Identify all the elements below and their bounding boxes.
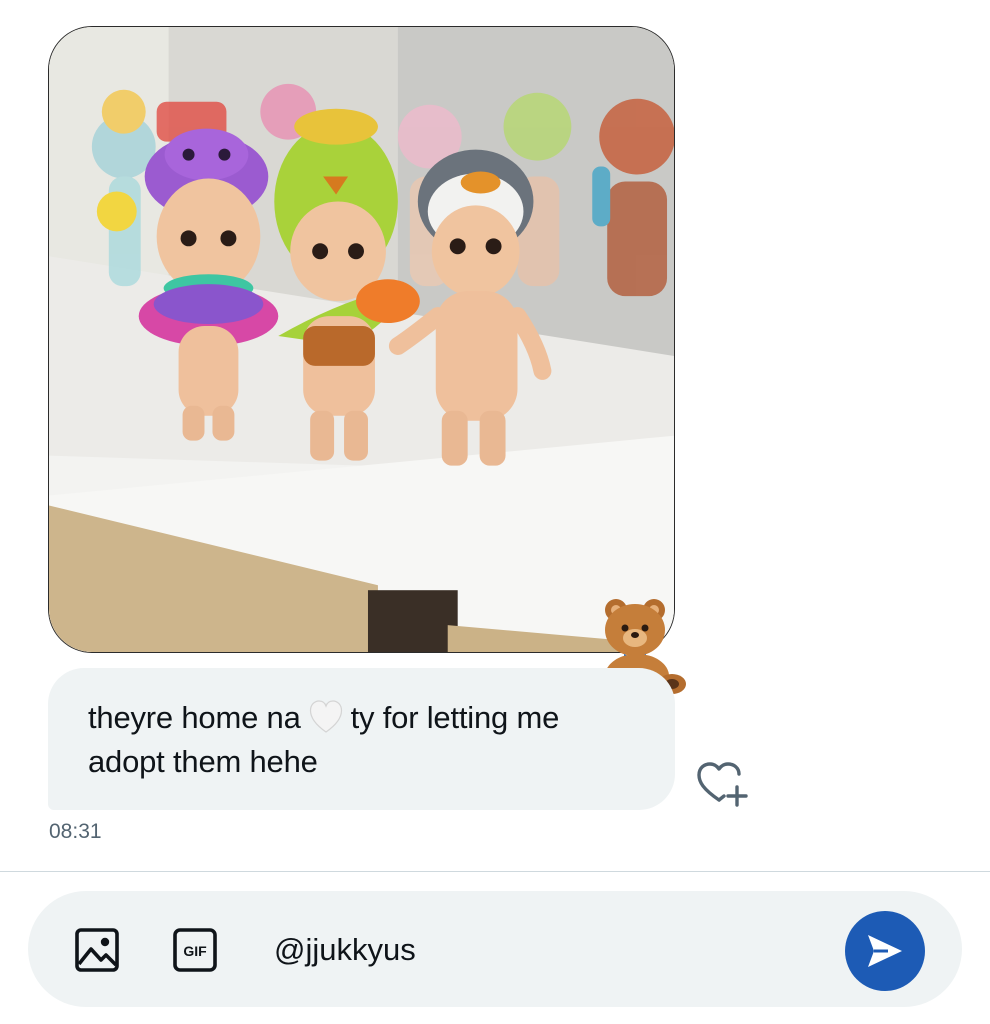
dm-conversation: theyre home na ty for letting me adopt th… bbox=[0, 0, 990, 1024]
message-input[interactable] bbox=[274, 925, 814, 975]
white-heart-icon bbox=[307, 700, 345, 734]
send-button[interactable] bbox=[845, 911, 925, 991]
message-photo[interactable] bbox=[48, 26, 675, 653]
add-reaction-button[interactable] bbox=[697, 760, 751, 808]
message-bubble[interactable]: theyre home na ty for letting me adopt th… bbox=[48, 668, 675, 810]
message-timestamp: 08:31 bbox=[49, 820, 102, 843]
message-text-part1: theyre home na bbox=[88, 700, 301, 735]
gif-label: GIF bbox=[183, 943, 207, 959]
gif-button[interactable]: GIF bbox=[172, 927, 218, 973]
image-icon[interactable] bbox=[74, 927, 120, 973]
figurines-photo bbox=[49, 27, 674, 652]
message-text: theyre home na ty for letting me adopt th… bbox=[88, 696, 635, 784]
message-composer: GIF bbox=[28, 891, 962, 1007]
heart-plus-icon bbox=[697, 762, 748, 807]
divider bbox=[0, 871, 990, 872]
send-icon bbox=[868, 935, 902, 967]
